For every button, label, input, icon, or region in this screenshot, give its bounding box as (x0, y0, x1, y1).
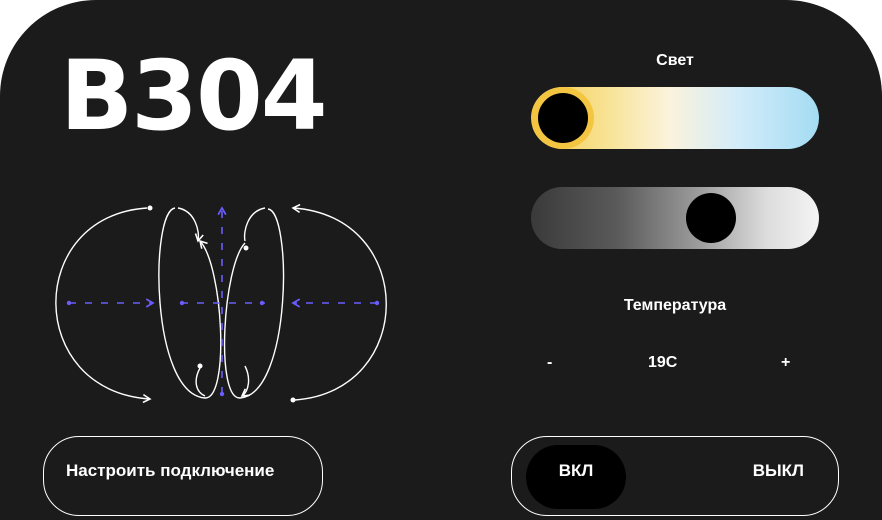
power-toggle[interactable]: ВКЛ ВЫКЛ (511, 436, 839, 516)
light-label: Свет (656, 52, 694, 69)
warmth-slider-knob[interactable] (538, 93, 588, 143)
power-off-option[interactable]: ВЫКЛ (753, 461, 804, 481)
temperature-value: 19C (648, 354, 678, 371)
light-brightness-slider[interactable] (531, 187, 819, 249)
field-diagram-icon (55, 203, 387, 404)
temperature-label: Температура (623, 297, 727, 314)
light-warmth-slider[interactable] (531, 87, 819, 149)
brightness-slider-knob[interactable] (686, 193, 737, 243)
temperature-increase-button[interactable]: + (781, 354, 790, 372)
configure-connection-button[interactable]: Настроить подключение (43, 436, 323, 516)
temperature-decrease-button[interactable]: - (547, 354, 552, 372)
room-control-panel: В304 Свет Температура - 19C + Настроить … (0, 0, 882, 520)
room-title: В304 (60, 40, 328, 152)
power-on-option[interactable]: ВКЛ (526, 445, 626, 509)
